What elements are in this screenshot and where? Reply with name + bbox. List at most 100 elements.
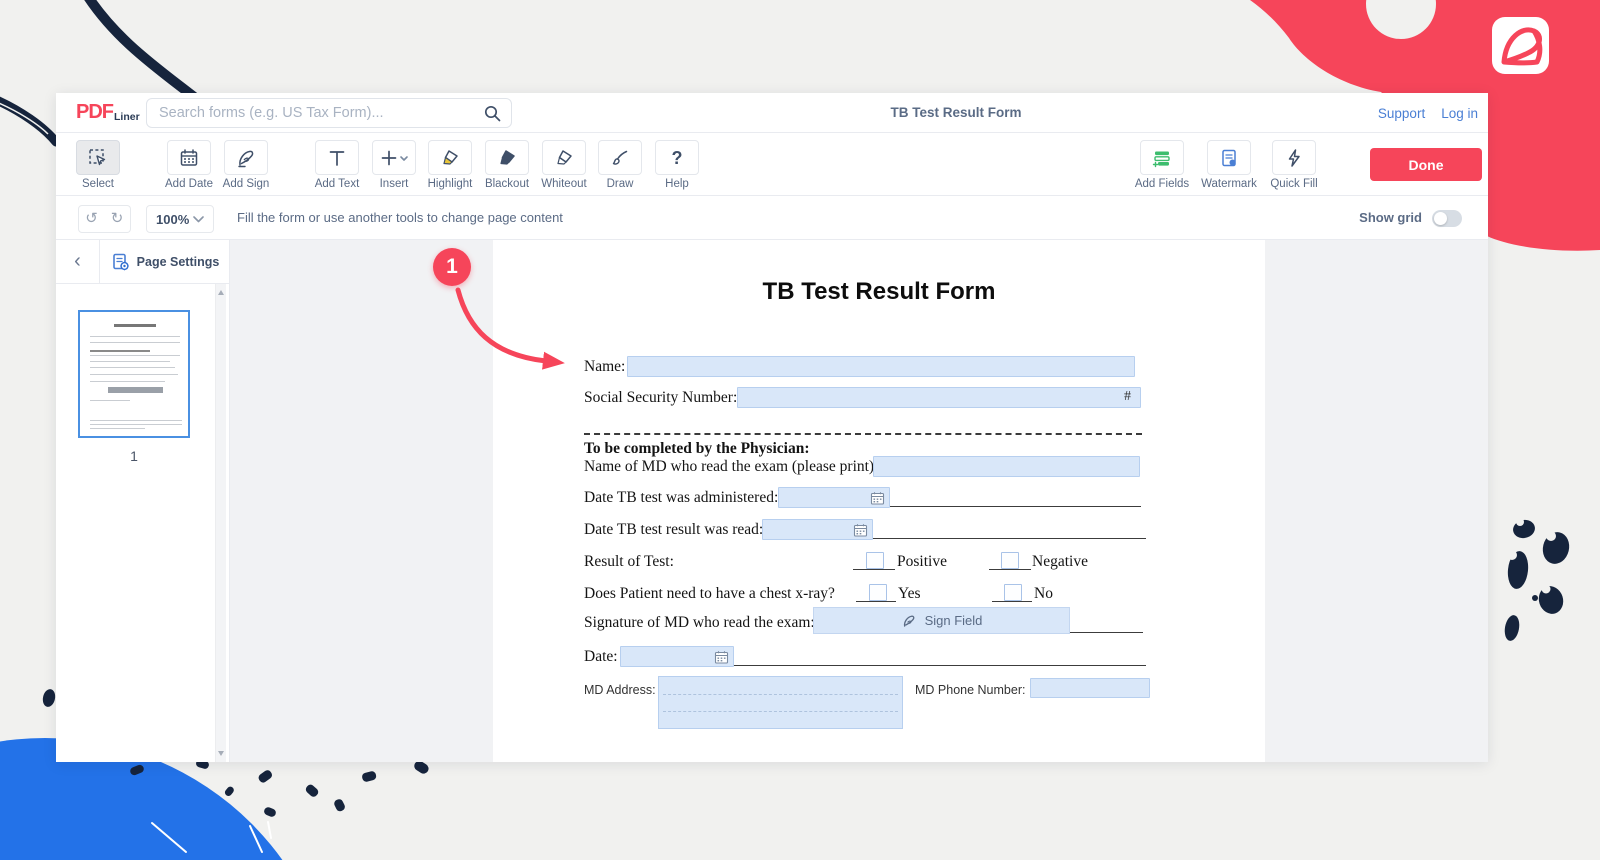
show-grid-toggle[interactable]	[1432, 210, 1462, 227]
redo-button[interactable]: ↻	[104, 205, 131, 233]
insert-plus-icon	[372, 140, 416, 175]
add-text-button[interactable]: Add Text	[305, 140, 369, 190]
tool-label: Watermark	[1201, 178, 1257, 190]
undo-button[interactable]: ↺	[78, 205, 105, 233]
highlight-button[interactable]: Highlight	[418, 140, 482, 190]
underline	[734, 648, 1146, 666]
md-name-label: Name of MD who read the exam (please pri…	[584, 458, 879, 475]
add-sign-button[interactable]: Add Sign	[214, 140, 278, 190]
draw-button[interactable]: Draw	[588, 140, 652, 190]
whiteout-button[interactable]: Whiteout	[532, 140, 596, 190]
search-input[interactable]	[159, 99, 479, 127]
md-name-field[interactable]	[873, 456, 1140, 477]
annotation-arrow-icon	[455, 287, 565, 370]
insert-button[interactable]: Insert	[362, 140, 426, 190]
date-label: Date:	[584, 648, 618, 665]
desktop-background: PDFLiner TB Test Result Form Support Log…	[0, 0, 1600, 860]
scroll-up-icon[interactable]	[218, 290, 224, 295]
ssn-label: Social Security Number:	[584, 389, 738, 406]
sign-field-button[interactable]: Sign Field	[813, 607, 1070, 634]
form-title: TB Test Result Form	[762, 278, 996, 305]
md-phone-field[interactable]	[1030, 678, 1150, 698]
quick-fill-icon	[1272, 140, 1316, 175]
search-box	[146, 98, 512, 128]
no-checkbox[interactable]	[1004, 584, 1022, 601]
redo-icon: ↻	[110, 210, 124, 227]
date-read-label: Date TB test result was read:	[584, 521, 764, 538]
chevron-down-icon	[193, 215, 204, 222]
help-button[interactable]: ? Help	[645, 140, 709, 190]
positive-checkbox[interactable]	[866, 552, 884, 569]
scroll-down-icon[interactable]	[218, 751, 224, 756]
support-link[interactable]: Support	[1378, 106, 1425, 121]
logo-pdf: PDF	[76, 101, 114, 123]
calendar-icon	[853, 524, 868, 537]
result-label: Result of Test:	[584, 553, 674, 570]
brand-tile	[1492, 17, 1549, 74]
tool-label: Add Text	[314, 178, 360, 190]
zoom-select[interactable]: 100%	[146, 205, 214, 233]
undo-icon: ↺	[85, 210, 98, 227]
physician-heading: To be completed by the Physician:	[584, 440, 810, 457]
date-administered-field[interactable]	[778, 487, 890, 508]
tool-label: Add Date	[165, 178, 213, 190]
tool-label: Quick Fill	[1270, 178, 1318, 190]
main-toolbar: Select Add Date Add Sign Add Text Insert…	[56, 133, 1488, 196]
zoom-value: 100%	[156, 211, 190, 227]
blackout-button[interactable]: Blackout	[475, 140, 539, 190]
address-line	[663, 711, 898, 712]
underline	[1070, 616, 1143, 633]
page-thumbnail[interactable]	[78, 310, 190, 438]
date-field[interactable]	[620, 646, 734, 667]
negative-checkbox[interactable]	[1001, 552, 1019, 569]
add-fields-button[interactable]: Add Fields	[1130, 140, 1194, 190]
tool-label: Draw	[606, 178, 634, 190]
page-settings-button[interactable]: Page Settings	[100, 240, 230, 284]
calendar-icon	[167, 140, 211, 175]
md-address-field[interactable]	[658, 676, 903, 729]
login-link[interactable]: Log in	[1441, 106, 1478, 121]
app-window: PDFLiner TB Test Result Form Support Log…	[56, 93, 1488, 762]
underline	[890, 489, 1141, 507]
document-page: TB Test Result Form Name: Social Securit…	[493, 240, 1265, 762]
yes-checkbox[interactable]	[869, 584, 887, 601]
xray-label: Does Patient need to have a chest x-ray?	[584, 585, 835, 602]
pdfliner-logo[interactable]: PDFLiner	[76, 101, 140, 124]
sign-field-label: Sign Field	[924, 613, 983, 628]
section-separator	[584, 433, 1142, 435]
watermark-button[interactable]: Watermark	[1197, 140, 1261, 190]
sign-pen-icon	[903, 615, 914, 627]
done-button[interactable]: Done	[1370, 148, 1482, 181]
sidebar-collapse-button[interactable]: ‹	[56, 240, 100, 284]
logo-liner: Liner	[114, 111, 140, 123]
yes-label: Yes	[898, 585, 921, 602]
quick-fill-button[interactable]: Quick Fill	[1262, 140, 1326, 190]
ssn-field[interactable]: #	[737, 387, 1141, 408]
add-fields-icon	[1140, 140, 1184, 175]
date-read-field[interactable]	[762, 519, 873, 540]
chevron-left-icon: ‹	[74, 250, 81, 272]
select-tool-button[interactable]: Select	[66, 140, 130, 190]
name-field[interactable]	[627, 356, 1135, 377]
tool-label: Blackout	[484, 178, 530, 190]
tool-label: Add Fields	[1134, 178, 1190, 190]
brand-glyph-icon	[1501, 27, 1543, 66]
page-settings-label: Page Settings	[136, 255, 220, 269]
tool-label: Add Sign	[222, 178, 270, 190]
positive-label: Positive	[897, 553, 947, 570]
red-blob-notch	[1366, 0, 1436, 39]
date-administered-label: Date TB test was administered:	[584, 489, 779, 506]
no-label: No	[1034, 585, 1053, 602]
header-links: Support Log in	[1378, 93, 1478, 133]
sidebar-header: ‹ Page Settings	[56, 240, 229, 284]
toggle-knob	[1434, 212, 1447, 225]
add-date-button[interactable]: Add Date	[157, 140, 221, 190]
address-line	[663, 694, 898, 695]
negative-label: Negative	[1032, 553, 1088, 570]
blackout-brush-icon	[485, 140, 529, 175]
draw-brush-icon	[598, 140, 642, 175]
search-icon[interactable]	[484, 105, 501, 122]
sidebar-scrollbar[interactable]	[215, 284, 226, 762]
tool-label: Highlight	[427, 178, 473, 190]
underline	[873, 521, 1146, 539]
